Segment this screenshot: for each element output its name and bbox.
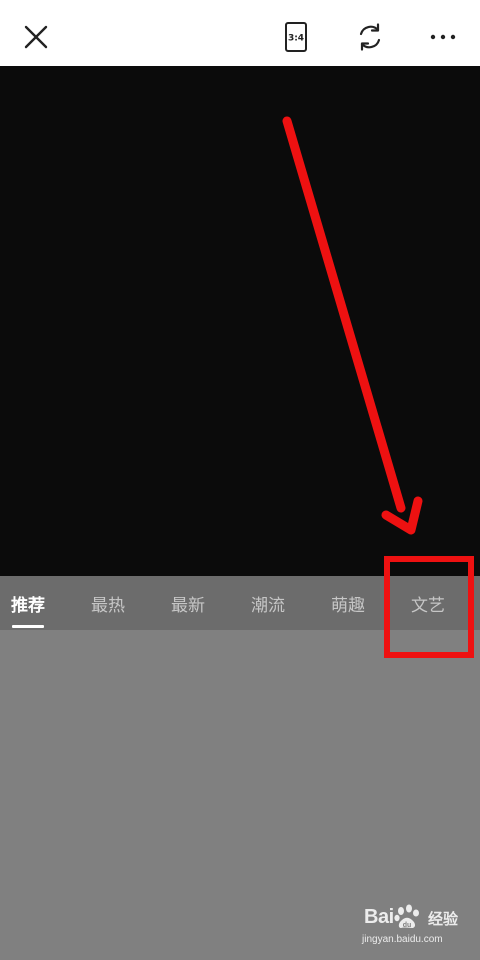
baidu-paw-icon: du bbox=[394, 904, 419, 929]
tab-artsy[interactable]: 文艺 bbox=[398, 576, 458, 630]
close-button[interactable] bbox=[16, 17, 56, 57]
filter-category-tabs: 推荐 最热 最新 潮流 萌趣 文艺 bbox=[0, 576, 480, 630]
more-options-button[interactable] bbox=[423, 17, 463, 57]
aspect-ratio-button[interactable]: 3:4 bbox=[276, 17, 316, 57]
aspect-ratio-label: 3:4 bbox=[288, 34, 304, 44]
rotate-icon bbox=[359, 23, 381, 51]
tab-newest[interactable]: 最新 bbox=[158, 576, 218, 630]
watermark-url: jingyan.baidu.com bbox=[362, 934, 443, 945]
watermark-jingyan: 经验 bbox=[428, 910, 459, 928]
camera-preview[interactable] bbox=[0, 66, 480, 576]
more-icon bbox=[430, 34, 456, 40]
active-tab-indicator bbox=[12, 625, 44, 628]
watermark-brand: Bai bbox=[364, 906, 394, 928]
tab-hottest[interactable]: 最热 bbox=[78, 576, 138, 630]
tab-trendy[interactable]: 潮流 bbox=[238, 576, 298, 630]
close-icon bbox=[24, 25, 48, 49]
svg-text:du: du bbox=[403, 922, 412, 929]
baidu-jingyan-watermark: Bai du 经验 jingyan.baidu.com bbox=[362, 904, 472, 950]
tab-cute[interactable]: 萌趣 bbox=[318, 576, 378, 630]
aspect-ratio-icon: 3:4 bbox=[285, 22, 307, 52]
tab-recommended[interactable]: 推荐 bbox=[0, 576, 58, 630]
top-toolbar: 3:4 bbox=[0, 0, 480, 66]
rotate-button[interactable] bbox=[350, 17, 390, 57]
